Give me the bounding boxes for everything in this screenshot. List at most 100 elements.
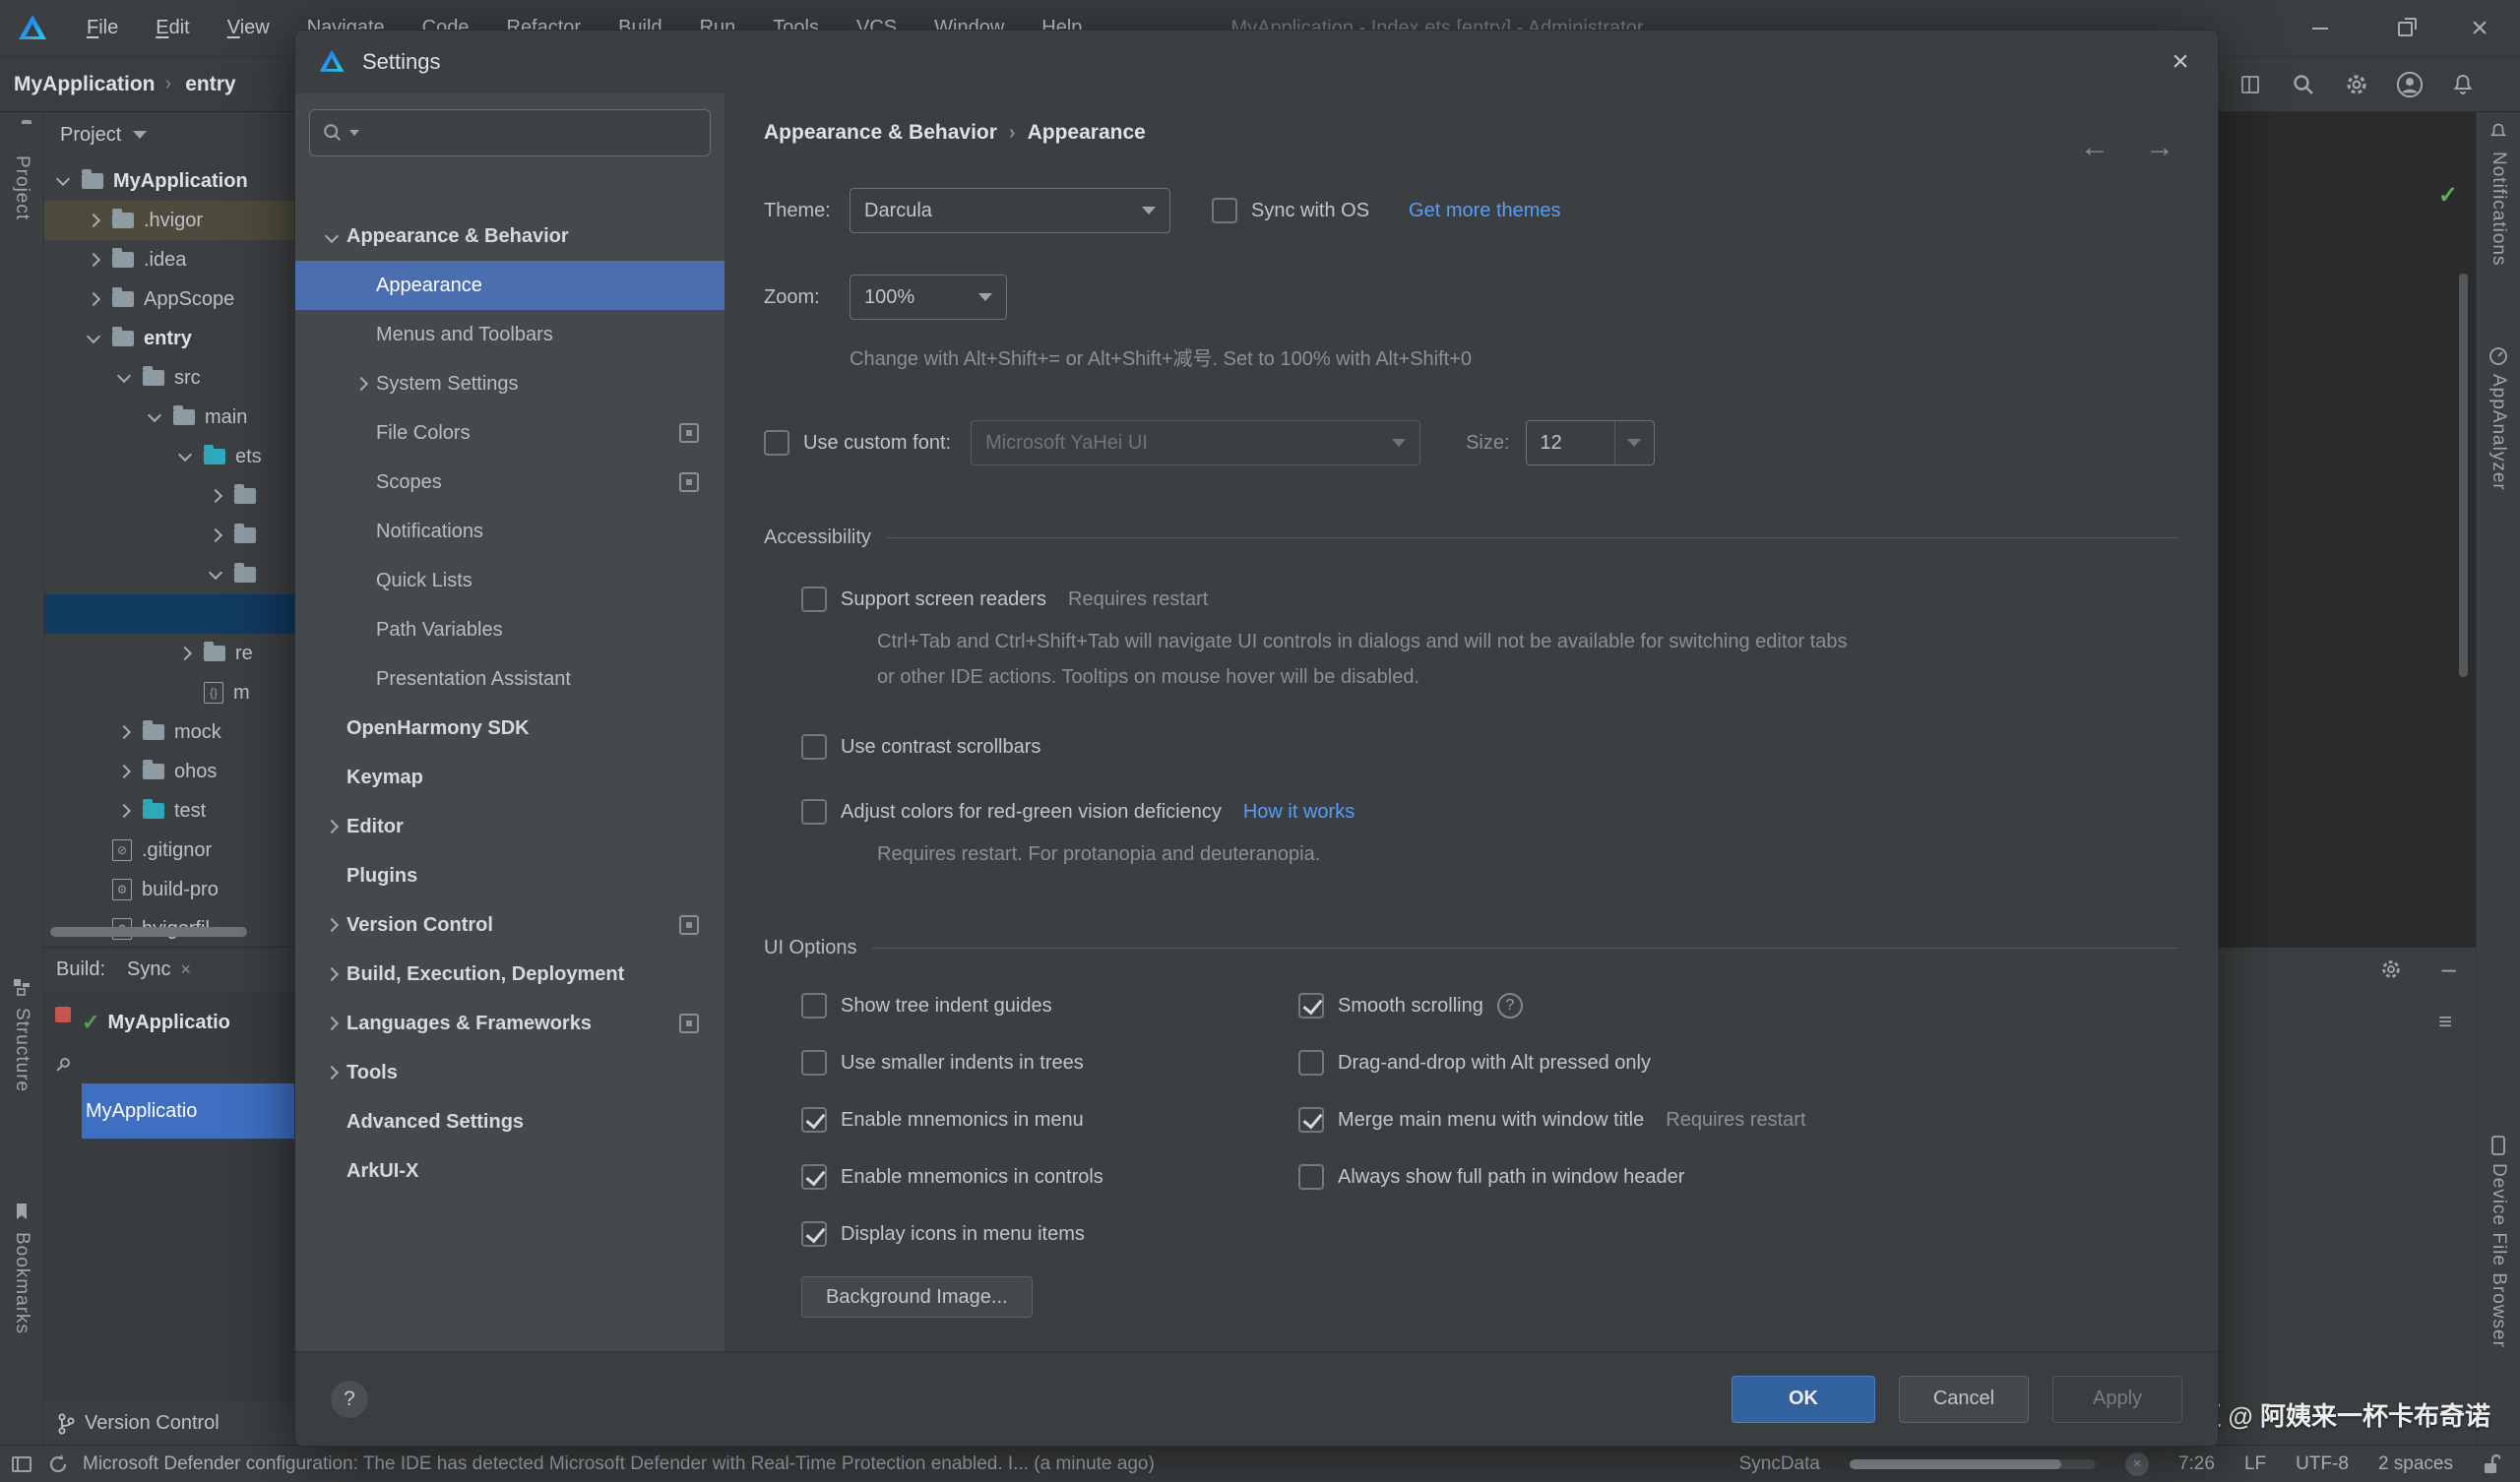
project-tree-row-item[interactable] xyxy=(44,594,294,634)
horizontal-scrollbar[interactable] xyxy=(50,927,247,937)
structure-icon[interactable] xyxy=(13,978,31,1001)
pin-icon[interactable] xyxy=(54,1056,72,1074)
checkbox-show-tree-indent-guides[interactable] xyxy=(801,993,827,1019)
stop-build-icon[interactable] xyxy=(55,1007,71,1022)
font-select[interactable]: Microsoft YaHei UI xyxy=(971,420,1420,465)
avatar[interactable] xyxy=(2396,71,2424,98)
chevron-right-icon[interactable] xyxy=(117,725,131,739)
settings-tree-item-notifications[interactable]: Notifications xyxy=(295,507,724,556)
project-tree-row-entry[interactable]: entry xyxy=(44,319,294,358)
settings-search-input[interactable] xyxy=(309,109,711,156)
settings-tree-item-version-control[interactable]: Version Control xyxy=(295,900,724,950)
chevron-down-icon[interactable] xyxy=(209,566,222,580)
project-tree-row-hvigor[interactable]: .hvigor xyxy=(44,201,294,240)
version-control-button[interactable]: Version Control xyxy=(57,1412,220,1435)
project-tree-row-src[interactable]: src xyxy=(44,358,294,398)
project-tree-row-item[interactable] xyxy=(44,555,294,594)
checkbox-smooth-scrolling[interactable] xyxy=(1298,993,1324,1019)
settings-tree-item-presentation-assistant[interactable]: Presentation Assistant xyxy=(295,654,724,704)
chevron-down-icon[interactable] xyxy=(148,408,161,422)
help-icon[interactable]: ? xyxy=(1497,993,1523,1019)
settings-tree-item-languages-frameworks[interactable]: Languages & Frameworks xyxy=(295,999,724,1048)
layout-icon[interactable] xyxy=(2236,71,2264,98)
bookmarks-icon[interactable] xyxy=(14,1203,30,1225)
project-tree-row-idea[interactable]: .idea xyxy=(44,240,294,279)
zoom-select[interactable]: 100% xyxy=(850,275,1007,320)
checkbox-drag-and-drop-with-alt-pressed-only[interactable] xyxy=(1298,1050,1324,1076)
status-message[interactable]: Microsoft Defender configuration: The ID… xyxy=(83,1453,1155,1475)
tool-windows-icon[interactable] xyxy=(12,1456,32,1472)
chevron-right-icon[interactable] xyxy=(325,1066,339,1080)
chevron-right-icon[interactable] xyxy=(325,918,339,932)
settings-tree-item-appearance-behavior[interactable]: Appearance & Behavior xyxy=(295,212,724,261)
apply-button[interactable]: Apply xyxy=(2052,1376,2182,1423)
notifications-bell-icon[interactable] xyxy=(2449,71,2477,98)
checkbox-always-show-full-path-in-window-header[interactable] xyxy=(1298,1164,1324,1190)
font-size-combo[interactable]: 12 xyxy=(1526,420,1655,465)
chevron-right-icon[interactable] xyxy=(178,647,192,660)
breadcrumb-project[interactable]: MyApplication xyxy=(14,73,156,96)
settings-tree-item-keymap[interactable]: Keymap xyxy=(295,753,724,802)
checkbox-enable-mnemonics-in-menu[interactable] xyxy=(801,1107,827,1133)
background-image-button[interactable]: Background Image... xyxy=(801,1276,1033,1318)
minimize-button[interactable] xyxy=(2290,0,2351,57)
settings-breadcrumb-root[interactable]: Appearance & Behavior xyxy=(764,121,997,145)
status-time[interactable]: 7:26 xyxy=(2178,1453,2215,1475)
checkbox-support-screen-readers[interactable] xyxy=(801,587,827,612)
device-icon[interactable] xyxy=(2491,1136,2505,1160)
sort-icon[interactable]: ≡ xyxy=(2438,1009,2452,1036)
settings-tree-item-scopes[interactable]: Scopes xyxy=(295,458,724,507)
chevron-right-icon[interactable] xyxy=(117,765,131,778)
project-tree-row-mock[interactable]: mock xyxy=(44,712,294,752)
indent-widget[interactable]: 2 spaces xyxy=(2378,1453,2453,1475)
settings-tree-item-menus-and-toolbars[interactable]: Menus and Toolbars xyxy=(295,310,724,359)
project-tree-row-m[interactable]: {}m xyxy=(44,673,294,712)
project-tree-row-item[interactable] xyxy=(44,476,294,516)
chevron-right-icon[interactable] xyxy=(325,1017,339,1030)
project-tree-row-re[interactable]: re xyxy=(44,634,294,673)
ok-button[interactable]: OK xyxy=(1732,1376,1875,1423)
chevron-right-icon[interactable] xyxy=(117,804,131,818)
project-tree-row-test[interactable]: test xyxy=(44,791,294,831)
menu-file[interactable]: File xyxy=(75,11,130,45)
chevron-down-icon[interactable] xyxy=(178,448,192,462)
restore-button[interactable] xyxy=(2374,0,2435,57)
tool-strip-app-analyzer[interactable]: AppAnalyzer xyxy=(2488,374,2509,491)
sync-with-os-checkbox[interactable] xyxy=(1212,198,1237,223)
settings-tree-item-openharmony-sdk[interactable]: OpenHarmony SDK xyxy=(295,704,724,753)
gauge-icon[interactable] xyxy=(2488,346,2508,371)
build-tab-sync[interactable]: Sync × xyxy=(127,958,191,981)
close-dialog-button[interactable]: × xyxy=(2157,40,2204,84)
tool-strip-structure[interactable]: Structure xyxy=(11,1008,32,1092)
tool-strip-project[interactable]: Project xyxy=(11,155,32,220)
editor-scrollbar[interactable] xyxy=(2459,274,2468,677)
tool-strip-bookmarks[interactable]: Bookmarks xyxy=(11,1232,32,1334)
checkbox-use-smaller-indents-in-trees[interactable] xyxy=(801,1050,827,1076)
settings-tree-item-build-execution-deployment[interactable]: Build, Execution, Deployment xyxy=(295,950,724,999)
get-more-themes-link[interactable]: Get more themes xyxy=(1409,200,1561,222)
chevron-right-icon[interactable] xyxy=(87,214,100,227)
chevron-right-icon[interactable] xyxy=(87,292,100,306)
settings-tree-item-plugins[interactable]: Plugins xyxy=(295,851,724,900)
settings-tree-item-advanced-settings[interactable]: Advanced Settings xyxy=(295,1097,724,1146)
project-panel-header[interactable]: Project xyxy=(44,112,294,157)
build-row-success[interactable]: ✓ MyApplicatio xyxy=(82,1003,294,1042)
cancel-button[interactable]: Cancel xyxy=(1899,1376,2029,1423)
chevron-right-icon[interactable] xyxy=(209,489,222,503)
project-tree-row-build-pro[interactable]: ⚙build-pro xyxy=(44,870,294,909)
gear-icon[interactable] xyxy=(2343,71,2370,98)
menu-edit[interactable]: Edit xyxy=(144,11,201,45)
chevron-down-icon[interactable] xyxy=(87,330,100,343)
checkbox-merge-main-menu-with-window-title[interactable] xyxy=(1298,1107,1324,1133)
cancel-task-icon[interactable]: × xyxy=(2125,1452,2149,1476)
theme-select[interactable]: Darcula xyxy=(850,188,1170,233)
settings-tree-item-system-settings[interactable]: System Settings xyxy=(295,359,724,408)
chevron-down-icon[interactable] xyxy=(56,172,70,186)
chevron-right-icon[interactable] xyxy=(354,377,368,391)
unlock-icon[interactable] xyxy=(2483,1453,2500,1475)
project-tree-row-appscope[interactable]: AppScope xyxy=(44,279,294,319)
settings-tree-item-tools[interactable]: Tools xyxy=(295,1048,724,1097)
chevron-right-icon[interactable] xyxy=(325,967,339,981)
bell-icon[interactable] xyxy=(2488,122,2508,147)
help-button[interactable]: ? xyxy=(331,1381,368,1418)
